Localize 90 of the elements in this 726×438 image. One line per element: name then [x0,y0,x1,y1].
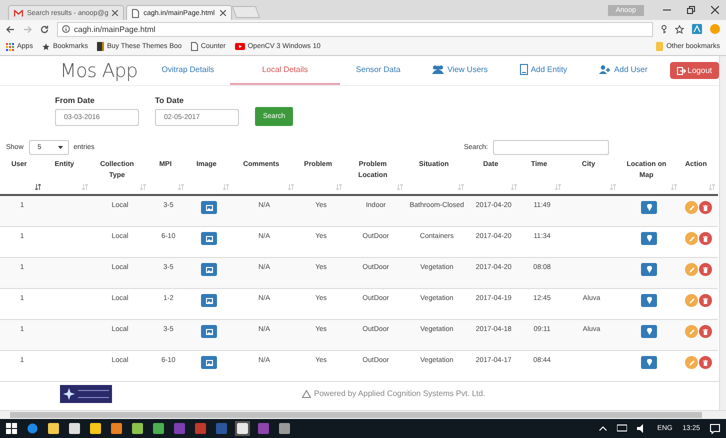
grid-icon [6,42,14,50]
map-button[interactable] [641,201,658,214]
trash-icon [703,204,708,210]
picture-icon [206,360,213,366]
map-pin-icon [646,266,652,273]
delete-button[interactable] [699,201,712,214]
delete-button[interactable] [699,294,712,307]
footer-text: Powered by Applied Cognition Systems Pvt. Ltd. [314,389,486,398]
map-button[interactable] [641,294,658,307]
picture-icon [206,328,213,334]
map-pin-icon [646,297,652,304]
trash-icon [703,236,708,242]
image-button[interactable] [201,201,218,214]
mail-icon [14,10,23,16]
folder-icon [656,42,664,51]
map-button[interactable] [641,325,658,338]
taskbar-app-icon[interactable] [69,423,80,434]
nav-link[interactable]: Add User [583,56,664,85]
chevron-up-icon[interactable] [599,426,608,431]
nav-link[interactable]: Sensor Data [340,56,416,85]
map-pin-icon [646,235,652,242]
nav-link[interactable]: View Users [416,56,504,85]
trash-icon [703,298,708,304]
tablet-icon [520,64,528,75]
close-icon[interactable] [112,10,118,16]
delete-button[interactable] [699,232,712,245]
close-icon[interactable] [711,6,719,14]
add-user-icon [599,65,612,74]
delete-button[interactable] [699,325,712,338]
image-button[interactable] [201,294,218,307]
map-button[interactable] [641,263,658,276]
delete-button[interactable] [699,263,712,276]
pencil-icon [688,266,695,272]
star-icon [42,42,50,50]
pencil-icon [688,328,695,334]
restore-icon[interactable] [687,6,695,14]
windows-icon[interactable] [6,423,17,434]
nav-link[interactable]: Local Details [230,56,340,85]
picture-icon [206,204,213,210]
image-button[interactable] [201,356,218,369]
trash-icon [703,360,708,366]
map-button[interactable] [641,232,658,245]
notification-icon[interactable] [710,424,720,434]
exit-icon [676,66,686,74]
pencil-icon [688,204,695,210]
logo-drawing [60,384,112,402]
map-button[interactable] [641,356,658,369]
pencil-icon [688,298,695,304]
taskbar-app-icon[interactable] [237,423,248,434]
map-pin-icon [646,359,652,366]
taskbar-app-icon[interactable] [132,423,143,434]
warning-icon [302,390,311,398]
field-label: From Date [55,96,96,105]
trash-icon [703,266,708,272]
taskbar-app-icon[interactable] [48,423,59,434]
info-icon [62,25,70,33]
app-logo: Mos App [60,60,139,82]
picture-icon [206,266,213,272]
reload-icon[interactable] [40,24,49,34]
page-icon [132,8,140,18]
back-arrow-icon[interactable] [6,24,15,34]
vertical-scrollbar[interactable] [719,56,726,410]
nav-link[interactable]: Add Entity [504,56,584,85]
close-icon[interactable] [220,10,226,16]
pencil-icon [688,360,695,366]
image-button[interactable] [201,325,218,338]
pencil-icon [688,236,695,242]
key-icon[interactable] [661,24,667,34]
nav-link[interactable]: Ovitrap Details [146,56,230,85]
taskbar-app-icon[interactable] [90,423,101,434]
map-pin-icon [646,204,652,211]
image-button[interactable] [201,263,218,276]
field-label: To Date [155,96,185,105]
caret-icon [58,146,63,148]
picture-icon [206,298,213,304]
logout-button[interactable]: Logout [670,62,719,79]
trash-icon [703,328,708,334]
star-icon[interactable] [675,24,684,34]
users-icon [432,65,444,74]
horizontal-scrollbar[interactable] [0,410,726,419]
address-field[interactable]: cagh.in/mainPage.html [57,22,653,36]
play-icon [234,43,245,50]
page-icon [190,42,198,51]
picture-icon [206,236,213,242]
map-pin-icon [646,328,652,335]
browser-icon[interactable] [27,423,38,434]
delete-button[interactable] [699,356,712,369]
image-button[interactable] [201,232,218,245]
book-icon [96,42,104,51]
table-search-field[interactable] [493,140,609,154]
